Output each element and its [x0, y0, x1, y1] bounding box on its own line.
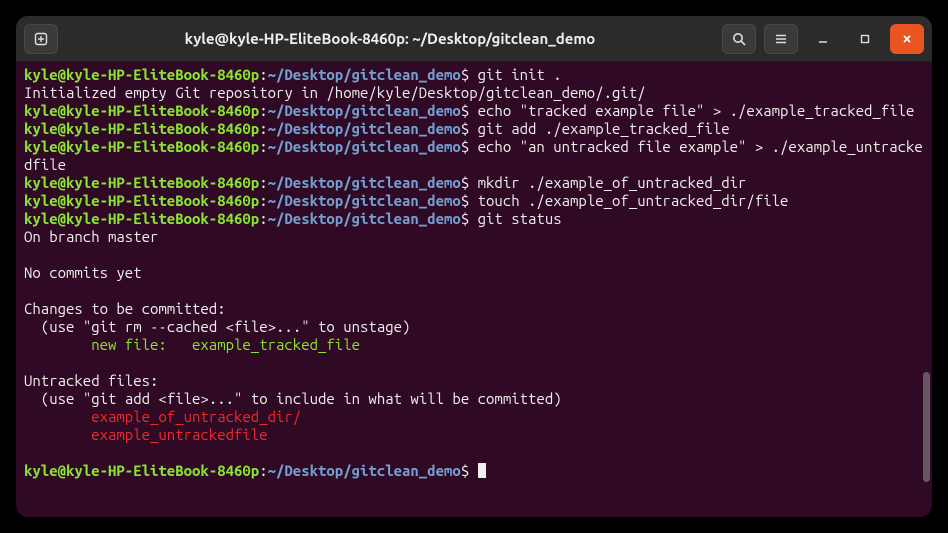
new-tab-icon: [33, 31, 49, 47]
search-icon: [731, 31, 747, 47]
prompt-user: kyle@kyle-HP-EliteBook-8460p: [24, 210, 259, 227]
prompt-user: kyle@kyle-HP-EliteBook-8460p: [24, 120, 259, 137]
cmd-echo-tracked: echo "tracked example file" > ./example_…: [478, 102, 915, 119]
prompt-sigil: $: [461, 210, 469, 227]
prompt-path: ~/Desktop/gitclean_demo: [268, 120, 461, 137]
prompt-sep: :: [259, 138, 267, 155]
hamburger-icon: [773, 31, 789, 47]
prompt-sep: :: [259, 210, 267, 227]
prompt-user: kyle@kyle-HP-EliteBook-8460p: [24, 66, 259, 83]
prompt-sep: :: [259, 120, 267, 137]
minimize-icon: [816, 32, 830, 46]
prompt-path: ~/Desktop/gitclean_demo: [268, 210, 461, 227]
maximize-button[interactable]: [848, 24, 882, 54]
status-untracked-header: Untracked files:: [24, 372, 158, 389]
prompt-path: ~/Desktop/gitclean_demo: [268, 192, 461, 209]
scrollbar-thumb[interactable]: [923, 372, 930, 482]
terminal-window: kyle@kyle-HP-EliteBook-8460p: ~/Desktop/…: [16, 16, 932, 517]
prompt-sigil: $: [461, 66, 469, 83]
new-tab-button[interactable]: [24, 24, 58, 54]
prompt-sigil: $: [461, 192, 469, 209]
prompt-user: kyle@kyle-HP-EliteBook-8460p: [24, 138, 259, 155]
prompt-user: kyle@kyle-HP-EliteBook-8460p: [24, 102, 259, 119]
prompt-user: kyle@kyle-HP-EliteBook-8460p: [24, 192, 259, 209]
status-branch: On branch master: [24, 228, 158, 245]
terminal-output[interactable]: kyle@kyle-HP-EliteBook-8460p:~/Desktop/g…: [16, 62, 932, 517]
status-staged-file: new file: example_tracked_file: [24, 336, 360, 353]
prompt-sigil: $: [461, 120, 469, 137]
prompt-user: kyle@kyle-HP-EliteBook-8460p: [24, 174, 259, 191]
prompt-sigil: $: [461, 102, 469, 119]
prompt-path: ~/Desktop/gitclean_demo: [268, 102, 461, 119]
prompt-sep: :: [259, 66, 267, 83]
prompt-sep: :: [259, 174, 267, 191]
cmd-mkdir: mkdir ./example_of_untracked_dir: [478, 174, 747, 191]
cmd-touch: touch ./example_of_untracked_dir/file: [478, 192, 789, 209]
status-untracked-dir: example_of_untracked_dir/: [24, 408, 301, 425]
prompt-user: kyle@kyle-HP-EliteBook-8460p: [24, 462, 259, 479]
out-git-init: Initialized empty Git repository in /hom…: [24, 84, 646, 101]
prompt-path: ~/Desktop/gitclean_demo: [268, 462, 461, 479]
prompt-sep: :: [259, 192, 267, 209]
status-no-commits: No commits yet: [24, 264, 142, 281]
titlebar: kyle@kyle-HP-EliteBook-8460p: ~/Desktop/…: [16, 16, 932, 62]
titlebar-right: [722, 24, 924, 54]
prompt-path: ~/Desktop/gitclean_demo: [268, 138, 461, 155]
cmd-git-add: git add ./example_tracked_file: [478, 120, 730, 137]
cmd-git-status: git status: [478, 210, 562, 227]
close-button[interactable]: [890, 24, 924, 54]
cmd-git-init: git init .: [478, 66, 562, 83]
prompt-sep: :: [259, 462, 267, 479]
prompt-path: ~/Desktop/gitclean_demo: [268, 66, 461, 83]
prompt-path: ~/Desktop/gitclean_demo: [268, 174, 461, 191]
close-icon: [900, 32, 914, 46]
status-untracked-hint: (use "git add <file>..." to include in w…: [24, 390, 562, 407]
menu-button[interactable]: [764, 24, 798, 54]
status-changes-header: Changes to be committed:: [24, 300, 226, 317]
prompt-sigil: $: [461, 138, 469, 155]
window-title: kyle@kyle-HP-EliteBook-8460p: ~/Desktop/…: [66, 30, 714, 47]
terminal-cursor: [478, 463, 486, 478]
search-button[interactable]: [722, 24, 756, 54]
maximize-icon: [858, 32, 872, 46]
prompt-sigil: $: [461, 174, 469, 191]
status-changes-hint: (use "git rm --cached <file>..." to unst…: [24, 318, 410, 335]
prompt-sep: :: [259, 102, 267, 119]
minimize-button[interactable]: [806, 24, 840, 54]
prompt-sigil: $: [461, 462, 469, 479]
status-untracked-file: example_untrackedfile: [24, 426, 268, 443]
